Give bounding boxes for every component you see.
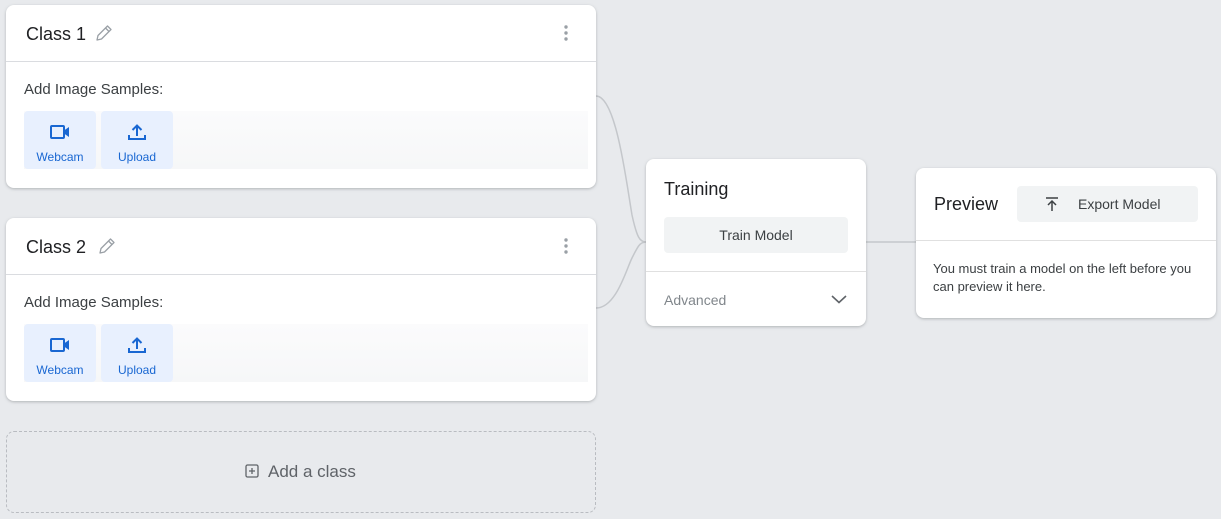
webcam-label: Webcam xyxy=(36,150,84,164)
webcam-label: Webcam xyxy=(36,363,84,377)
advanced-label: Advanced xyxy=(664,292,727,308)
class-card-header: Class 2 xyxy=(6,218,596,275)
add-class-label: Add a class xyxy=(268,462,356,481)
class-title[interactable]: Class 2 xyxy=(26,237,86,258)
webcam-button[interactable]: Webcam xyxy=(24,111,96,169)
upload-button[interactable]: Upload xyxy=(101,324,173,382)
add-box-icon xyxy=(245,464,259,478)
class-card-1: Class 1 Add Image Samples: Webcam Upload xyxy=(6,5,596,188)
class-title[interactable]: Class 1 xyxy=(26,24,86,45)
export-model-button[interactable]: Export Model xyxy=(1017,186,1198,222)
advanced-toggle[interactable]: Advanced xyxy=(646,272,866,326)
train-model-button[interactable]: Train Model xyxy=(664,217,848,253)
export-model-label: Export Model xyxy=(1078,196,1161,212)
webcam-button[interactable]: Webcam xyxy=(24,324,96,382)
more-vert-icon[interactable] xyxy=(558,23,574,43)
chevron-down-icon xyxy=(831,295,847,304)
videocam-icon xyxy=(50,338,69,352)
connector-class2-training xyxy=(595,241,647,309)
training-title: Training xyxy=(664,179,729,199)
class-card-2: Class 2 Add Image Samples: Webcam Upload xyxy=(6,218,596,401)
preview-title: Preview xyxy=(934,194,999,214)
divider xyxy=(916,240,1216,241)
pencil-icon[interactable] xyxy=(97,236,117,256)
add-samples-label: Add Image Samples: xyxy=(24,81,164,98)
preview-message: You must train a model on the left befor… xyxy=(933,261,1192,294)
export-icon xyxy=(1046,197,1058,211)
upload-button[interactable]: Upload xyxy=(101,111,173,169)
upload-icon xyxy=(128,124,146,140)
add-samples-label: Add Image Samples: xyxy=(24,294,164,311)
training-card: Training Train Model Advanced xyxy=(646,159,866,326)
upload-icon xyxy=(128,337,146,353)
videocam-icon xyxy=(50,125,69,139)
preview-card: Preview Export Model You must train a mo… xyxy=(916,168,1216,318)
upload-label: Upload xyxy=(117,363,157,377)
class-card-header: Class 1 xyxy=(6,5,596,62)
add-class-button[interactable]: Add a class xyxy=(6,431,596,513)
connector-class1-training xyxy=(595,95,647,243)
upload-label: Upload xyxy=(117,150,157,164)
pencil-icon[interactable] xyxy=(94,23,114,43)
more-vert-icon[interactable] xyxy=(558,236,574,256)
